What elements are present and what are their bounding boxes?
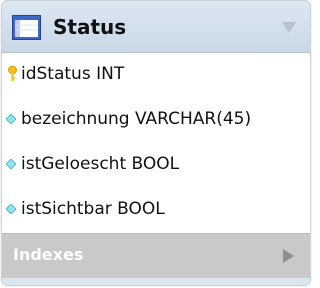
indexes-section[interactable]: Indexes: [2, 233, 310, 278]
triangle-right-icon[interactable]: [283, 249, 294, 263]
entity-table-status[interactable]: Status idStatus INT bezeichnung VARCHAR(…: [1, 0, 311, 286]
table-title: Status: [53, 15, 127, 39]
column-row[interactable]: bezeichnung VARCHAR(45): [2, 98, 310, 143]
column-text: bezeichnung VARCHAR(45): [21, 109, 252, 129]
triangle-down-icon[interactable]: [282, 22, 296, 33]
column-row[interactable]: idStatus INT: [2, 53, 310, 98]
column-row[interactable]: istSichtbar BOOL: [2, 188, 310, 233]
column-diamond-icon: [6, 159, 16, 169]
column-text: idStatus INT: [21, 64, 125, 84]
column-diamond-icon: [6, 204, 16, 214]
table-icon: [12, 15, 41, 40]
primary-key-icon: [8, 66, 17, 81]
column-list: idStatus INT bezeichnung VARCHAR(45) ist…: [2, 53, 310, 233]
column-row[interactable]: istGeloescht BOOL: [2, 143, 310, 188]
column-text: istSichtbar BOOL: [21, 199, 165, 219]
table-footer: [2, 278, 310, 285]
indexes-label: Indexes: [13, 245, 84, 264]
column-text: istGeloescht BOOL: [21, 154, 180, 174]
column-diamond-icon: [6, 114, 16, 124]
table-header[interactable]: Status: [2, 1, 310, 53]
